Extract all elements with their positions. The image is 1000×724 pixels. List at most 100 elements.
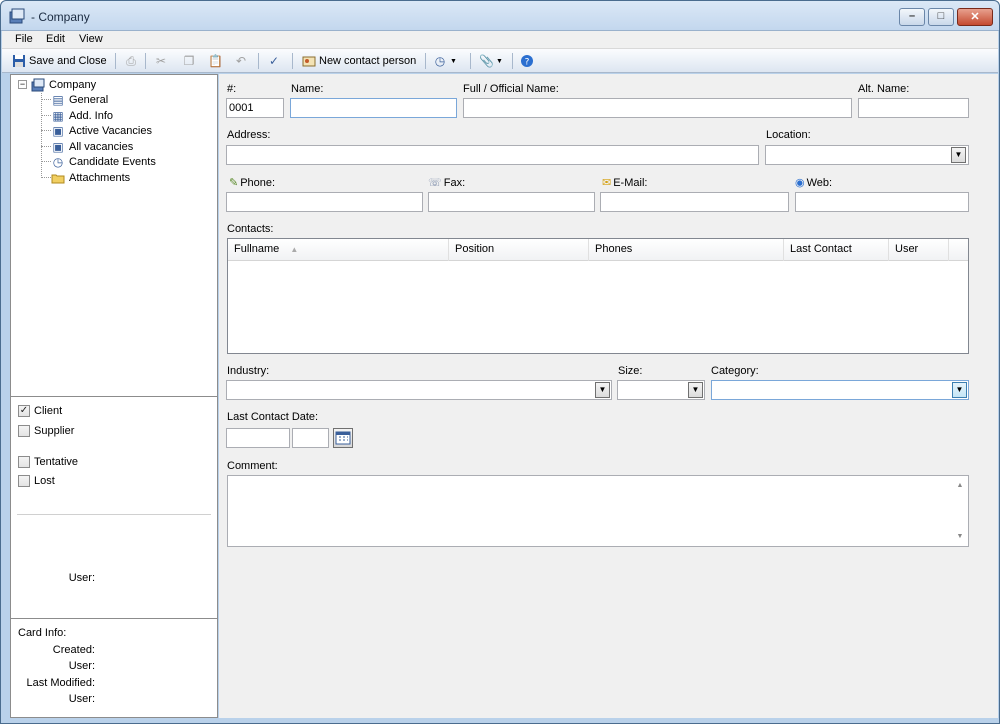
window-title: - Company bbox=[31, 10, 90, 24]
industry-select[interactable] bbox=[226, 380, 612, 400]
checkbox[interactable] bbox=[18, 456, 30, 468]
full-name-label: Full / Official Name: bbox=[463, 83, 559, 95]
calendar-icon bbox=[335, 431, 351, 445]
tree-item-label: Candidate Events bbox=[69, 156, 156, 168]
full-name-field[interactable] bbox=[463, 98, 852, 118]
cut-icon: ✂ bbox=[155, 54, 167, 68]
minimize-button[interactable]: – bbox=[899, 8, 925, 26]
collapse-icon[interactable]: − bbox=[18, 80, 27, 89]
scroll-up-icon[interactable]: ▲ bbox=[952, 482, 968, 489]
attach-dropdown[interactable]: 📎 ▼ bbox=[479, 52, 503, 70]
fax-icon: ☏ bbox=[428, 177, 442, 189]
help-button[interactable]: ? bbox=[520, 52, 534, 70]
vacancies-icon: ▣ bbox=[52, 124, 64, 138]
tree-item-label: General bbox=[69, 94, 109, 106]
fax-label-group: ☏ Fax: bbox=[428, 176, 465, 190]
last-contact-date-field[interactable] bbox=[226, 428, 290, 448]
location-dropdown-button[interactable]: ▼ bbox=[951, 147, 966, 163]
schedule-dropdown[interactable]: ◷ ▼ bbox=[433, 52, 457, 70]
new-contact-label: New contact person bbox=[319, 55, 417, 67]
save-close-label: Save and Close bbox=[29, 55, 107, 67]
column-phones[interactable]: Phones bbox=[589, 239, 784, 261]
close-button[interactable]: ✕ bbox=[957, 8, 993, 26]
column-user[interactable]: User bbox=[889, 239, 949, 261]
menu-bar: File Edit View bbox=[2, 31, 998, 49]
copy-button[interactable]: ❐ bbox=[182, 52, 196, 70]
comment-label: Comment: bbox=[227, 460, 278, 472]
number-label: #: bbox=[227, 83, 237, 95]
web-field[interactable] bbox=[795, 192, 969, 212]
tree-item-candidate-events[interactable]: ◷ Candidate Events bbox=[51, 155, 156, 169]
size-dropdown-button[interactable]: ▼ bbox=[688, 382, 703, 398]
email-label-group: ✉ E-Mail: bbox=[602, 176, 647, 190]
menu-edit[interactable]: Edit bbox=[46, 33, 65, 45]
help-icon: ? bbox=[521, 55, 533, 68]
cut-button[interactable]: ✂ bbox=[154, 52, 168, 70]
maximize-button[interactable]: □ bbox=[928, 8, 954, 26]
column-last-contact[interactable]: Last Contact bbox=[784, 239, 889, 261]
menu-file[interactable]: File bbox=[15, 33, 33, 45]
clock-icon: ◷ bbox=[434, 54, 446, 68]
tree-item-add-info[interactable]: ▦ Add. Info bbox=[51, 109, 113, 123]
fax-field[interactable] bbox=[428, 192, 595, 212]
client-checkbox[interactable]: ✓ Client bbox=[18, 405, 62, 417]
modified-user-label: User: bbox=[68, 693, 95, 705]
alt-name-field[interactable] bbox=[858, 98, 969, 118]
email-field[interactable] bbox=[600, 192, 789, 212]
checkbox-checked[interactable]: ✓ bbox=[18, 405, 30, 417]
tree-item-label: Add. Info bbox=[69, 110, 114, 122]
checkbox-label: Tentative bbox=[34, 456, 79, 468]
tree-item-active-vacancies[interactable]: ▣ Active Vacancies bbox=[51, 124, 152, 138]
size-label: Size: bbox=[618, 365, 643, 377]
category-dropdown-button[interactable]: ▼ bbox=[952, 382, 967, 398]
column-position[interactable]: Position bbox=[449, 239, 589, 261]
number-field[interactable]: 0001 bbox=[226, 98, 284, 118]
checkbox[interactable] bbox=[18, 475, 30, 487]
address-field[interactable] bbox=[226, 145, 759, 165]
tree-item-all-vacancies[interactable]: ▣ All vacancies bbox=[51, 140, 133, 154]
undo-icon: ↶ bbox=[235, 54, 247, 68]
paste-button[interactable]: 📋 bbox=[208, 52, 223, 70]
tentative-checkbox[interactable]: Tentative bbox=[18, 456, 78, 468]
tree-item-attachments[interactable]: Attachments bbox=[51, 171, 130, 185]
comment-textarea[interactable]: ▲ ▼ bbox=[227, 475, 969, 547]
tree-item-general[interactable]: ▤ General bbox=[51, 93, 108, 107]
contacts-grid[interactable]: Fullname ▲ Position Phones Last Contact … bbox=[227, 238, 969, 354]
copy-icon: ❐ bbox=[183, 54, 195, 68]
spellcheck-button[interactable]: ✓ bbox=[267, 52, 281, 70]
web-label-group: ◉ Web: bbox=[795, 176, 832, 190]
last-contact-time-field[interactable] bbox=[292, 428, 329, 448]
tree-root-company[interactable]: Company bbox=[31, 78, 96, 92]
scroll-down-icon[interactable]: ▼ bbox=[952, 533, 968, 540]
document-icon: ▤ bbox=[52, 93, 64, 107]
tree-item-label: All vacancies bbox=[69, 141, 134, 153]
print-button[interactable]: ⎙ bbox=[124, 52, 138, 70]
new-contact-button[interactable]: New contact person bbox=[302, 52, 416, 70]
checkbox-label: Client bbox=[34, 405, 63, 417]
save-close-button[interactable]: Save and Close bbox=[12, 52, 107, 70]
checkbox[interactable] bbox=[18, 425, 30, 437]
toolbar: Save and Close ⎙ ✂ ❐ 📋 ↶ ✓ New contact p… bbox=[2, 49, 998, 73]
category-select[interactable] bbox=[711, 380, 969, 400]
phone-field[interactable] bbox=[226, 192, 423, 212]
column-fullname[interactable]: Fullname ▲ bbox=[228, 239, 449, 261]
clock-icon: ◷ bbox=[52, 155, 64, 169]
undo-button[interactable]: ↶ bbox=[234, 52, 248, 70]
supplier-checkbox[interactable]: Supplier bbox=[18, 425, 74, 437]
created-user-label: User: bbox=[68, 660, 95, 672]
calendar-button[interactable] bbox=[333, 428, 353, 448]
checkbox-label: Lost bbox=[34, 475, 55, 487]
chevron-down-icon: ▼ bbox=[598, 385, 607, 394]
company-form: #: 0001 Name: Full / Official Name: Alt.… bbox=[219, 74, 998, 718]
print-icon: ⎙ bbox=[126, 54, 136, 68]
comment-scrollbar[interactable]: ▲ ▼ bbox=[952, 476, 968, 546]
menu-view[interactable]: View bbox=[79, 33, 103, 45]
industry-dropdown-button[interactable]: ▼ bbox=[595, 382, 610, 398]
lost-checkbox[interactable]: Lost bbox=[18, 475, 55, 487]
contacts-label: Contacts: bbox=[227, 223, 274, 235]
name-field[interactable] bbox=[290, 98, 457, 118]
app-icon bbox=[9, 8, 25, 24]
location-select[interactable] bbox=[765, 145, 969, 165]
save-icon bbox=[13, 55, 25, 67]
email-icon: ✉ bbox=[602, 177, 612, 189]
